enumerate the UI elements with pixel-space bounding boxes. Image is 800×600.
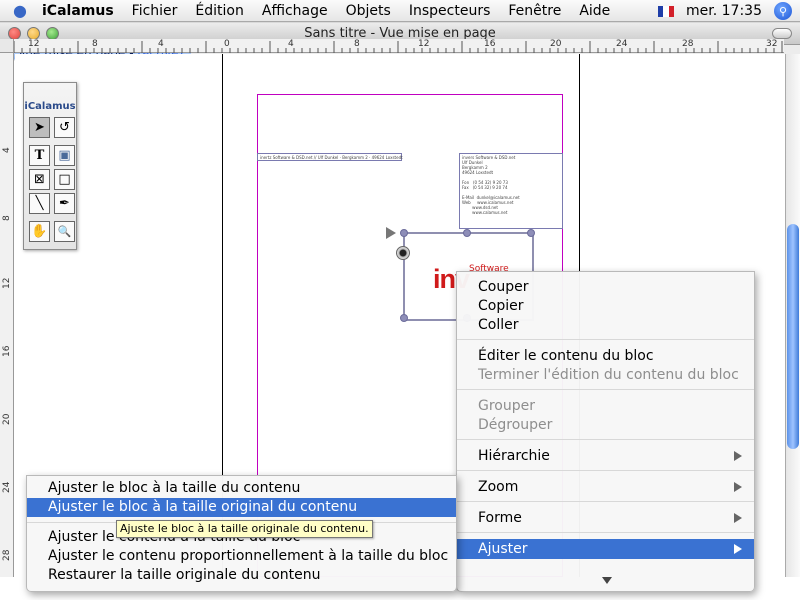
ctx-item-ajuster[interactable]: Ajuster [457, 539, 754, 559]
ruler-v-label: 24 [2, 481, 12, 493]
ctx-separator [457, 501, 754, 502]
ctx-item-forme[interactable]: Forme [457, 508, 754, 528]
resize-handle-bottom-left[interactable] [400, 314, 408, 322]
image-frame-tool-icon[interactable]: ⊠ [29, 169, 50, 190]
sender-line-frame[interactable]: inertz Software & DSD.net // Ulf Dunkel … [257, 153, 403, 161]
menu-aide[interactable]: Aide [570, 3, 619, 19]
tool-palette[interactable]: iCalamus ➤ ↺ T ▣ ⊠ □ ╲ ✒ ✋ 🔍 [23, 82, 77, 250]
ruler-h-label: 8 [92, 39, 98, 49]
menu-affichage[interactable]: Affichage [253, 3, 337, 19]
ruler-v-label: 16 [2, 345, 12, 357]
ruler-v-label: 8 [2, 215, 12, 221]
ctx-item-ajuster-label: Ajuster [478, 541, 528, 557]
submenu-item-contenu-proportionnel[interactable]: Ajuster le contenu proportionnellement à… [27, 547, 456, 566]
ctx-separator [457, 389, 754, 390]
scroll-down-arrow-icon[interactable] [602, 577, 612, 584]
menu-bar: ● iCalamus Fichier Édition Affichage Obj… [0, 0, 800, 22]
ruler-h-label: 4 [158, 39, 164, 49]
text-tool-icon[interactable]: T [29, 145, 50, 166]
resize-handle-top-left[interactable] [400, 229, 408, 237]
ruler-h-label: 32 [766, 39, 778, 49]
ctx-item-zoom[interactable]: Zoom [457, 477, 754, 497]
image-tool-icon[interactable]: ▣ [54, 145, 75, 166]
submenu-item-restaurer-taille[interactable]: Restaurer la taille originale du contenu [27, 566, 456, 585]
submenu-arrow-icon [734, 451, 742, 461]
content-edit-eye-icon[interactable] [396, 246, 410, 260]
resize-handle-top[interactable] [463, 229, 471, 237]
menu-fichier[interactable]: Fichier [123, 3, 187, 19]
zoom-tool-icon[interactable]: 🔍 [54, 221, 75, 242]
palette-title: iCalamus [24, 101, 76, 112]
ctx-separator [457, 470, 754, 471]
ctx-separator [457, 532, 754, 533]
ruler-corner[interactable] [0, 39, 14, 53]
submenu-arrow-icon [734, 544, 742, 554]
ctx-separator [457, 439, 754, 440]
submenu-arrow-icon [734, 482, 742, 492]
tooltip: Ajuste le bloc à la taille originale du … [116, 520, 373, 538]
horizontal-ruler-ticks [14, 41, 783, 53]
ruler-h-label: 12 [418, 39, 430, 49]
spotlight-icon[interactable]: ⚲ [774, 2, 792, 20]
ctx-item-grouper: Grouper [478, 398, 535, 414]
ruler-h-label: 4 [288, 39, 294, 49]
ruler-v-label: 12 [2, 277, 12, 289]
ruler-h-label: 28 [682, 39, 694, 49]
ruler-h-label: 20 [550, 39, 562, 49]
ruler-v-label: 4 [2, 147, 12, 153]
ruler-h-label: 24 [616, 39, 628, 49]
ruler-v-label: 20 [2, 413, 12, 425]
french-flag-icon[interactable] [658, 5, 675, 17]
lasso-tool-icon[interactable]: ↺ [54, 117, 75, 138]
ctx-item-hierarchie[interactable]: Hiérarchie [457, 446, 754, 466]
ruler-h-label: 8 [354, 39, 360, 49]
submenu-arrow-icon [734, 513, 742, 523]
menu-inspecteurs[interactable]: Inspecteurs [400, 3, 500, 19]
ruler-h-label: 0 [224, 39, 230, 49]
menu-edition[interactable]: Édition [186, 3, 252, 19]
menu-app-icalamus[interactable]: iCalamus [40, 3, 123, 19]
ctx-item-terminer-edition: Terminer l'édition du contenu du bloc [478, 367, 739, 383]
ctx-item-degrouper: Dégrouper [478, 417, 553, 433]
submenu-item-bloc-taille-contenu[interactable]: Ajuster le bloc à la taille du contenu [27, 479, 456, 498]
anchor-marker-icon[interactable] [386, 227, 396, 239]
ctx-item-editer-contenu[interactable]: Éditer le contenu du bloc [457, 346, 754, 366]
ruler-h-label: 16 [484, 39, 496, 49]
hand-tool-icon[interactable]: ✋ [29, 221, 50, 242]
line-tool-icon[interactable]: ╲ [29, 193, 50, 214]
submenu-item-bloc-taille-originale[interactable]: Ajuster le bloc à la taille original du … [27, 498, 456, 517]
toolbar-toggle-button[interactable] [772, 28, 792, 39]
arrow-tool-icon[interactable]: ➤ [29, 117, 50, 138]
vertical-scrollbar-thumb[interactable] [787, 224, 799, 449]
horizontal-ruler[interactable]: 12 8 4 0 4 8 12 16 20 24 28 32 [14, 39, 784, 53]
ruler-v-label: 28 [2, 549, 12, 561]
vertical-ruler[interactable]: 4 8 12 16 20 24 28 [0, 53, 14, 577]
address-frame[interactable]: invers Software & DSD.net Ulf Dunkel Ber… [459, 153, 563, 229]
apple-icon[interactable]: ● [0, 1, 40, 20]
menu-fenetre[interactable]: Fenêtre [499, 3, 570, 19]
sender-line-text: inertz Software & DSD.net // Ulf Dunkel … [260, 155, 403, 160]
ctx-separator [457, 339, 754, 340]
resize-handle-top-right[interactable] [527, 229, 535, 237]
vertical-scrollbar[interactable] [785, 54, 800, 577]
ctx-item-coller[interactable]: Coller [457, 315, 754, 335]
ctx-item-forme-label: Forme [478, 510, 522, 526]
ctx-item-hierarchie-label: Hiérarchie [478, 448, 550, 464]
ctx-item-couper[interactable]: Couper [457, 277, 754, 297]
menu-objets[interactable]: Objets [337, 3, 400, 19]
ctx-item-zoom-label: Zoom [478, 479, 519, 495]
rectangle-tool-icon[interactable]: □ [54, 169, 75, 190]
menu-clock[interactable]: mer. 17:35 [686, 3, 762, 19]
ruler-h-label: 12 [28, 39, 40, 49]
context-menu: Couper Copier Coller Éditer le contenu d… [456, 271, 755, 592]
address-text: invers Software & DSD.net Ulf Dunkel Ber… [462, 155, 520, 215]
tool-grid: ➤ ↺ T ▣ ⊠ □ ╲ ✒ ✋ 🔍 [24, 117, 76, 242]
ctx-item-copier[interactable]: Copier [457, 296, 754, 316]
pen-tool-icon[interactable]: ✒ [54, 193, 75, 214]
